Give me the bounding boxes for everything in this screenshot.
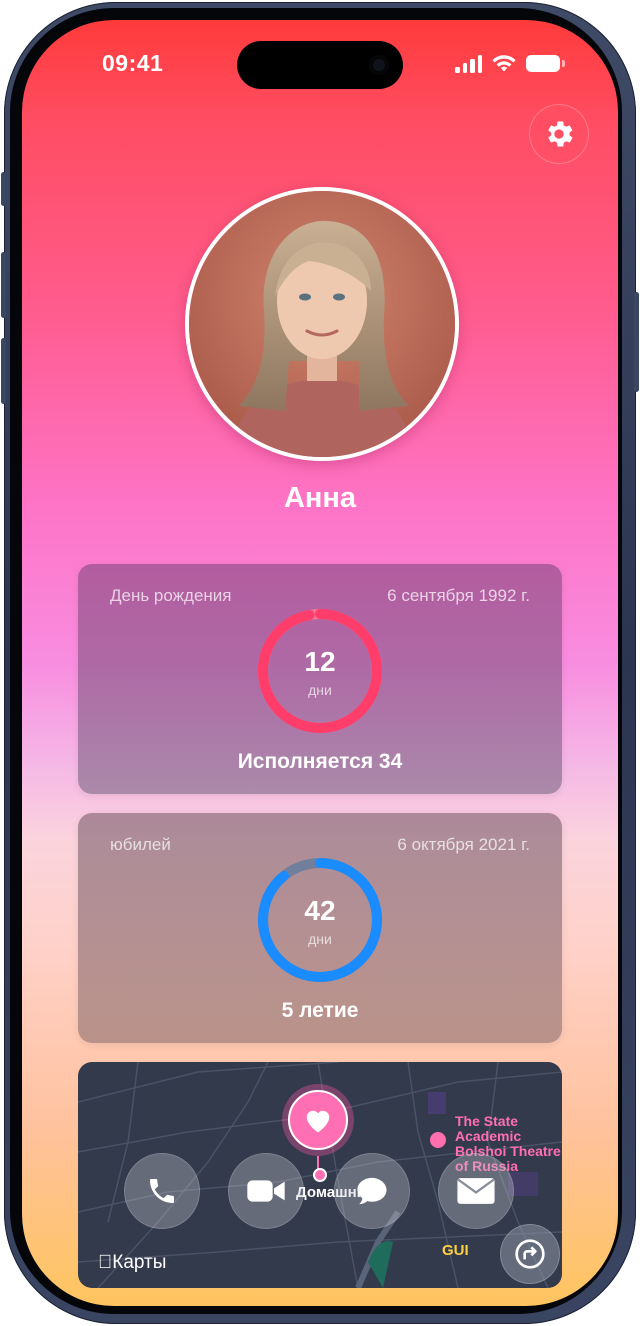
card-label: юбилей bbox=[110, 835, 171, 854]
battery-icon bbox=[526, 55, 565, 72]
card-caption: 5 летие bbox=[281, 999, 359, 1022]
phone-icon bbox=[150, 1179, 174, 1203]
theatre-icon bbox=[430, 1132, 446, 1148]
birthday-card[interactable]: День рождения 6 сентября 1992 г. 12 дни … bbox=[78, 564, 562, 794]
avatar-illustration bbox=[189, 191, 455, 457]
action-button bbox=[1, 172, 6, 206]
card-label: День рождения bbox=[110, 586, 232, 605]
directions-button[interactable] bbox=[500, 1224, 560, 1284]
days-count: 12 bbox=[304, 646, 336, 677]
message-icon bbox=[357, 1177, 387, 1205]
profile-name: Анна bbox=[283, 482, 357, 514]
wifi-icon bbox=[492, 55, 516, 72]
camera-icon bbox=[369, 55, 389, 75]
call-button[interactable] bbox=[124, 1153, 200, 1229]
screen: 09:41 Анна День рождения 6 сентября 1992… bbox=[22, 20, 618, 1306]
days-count: 42 bbox=[304, 895, 336, 926]
pin-dot bbox=[313, 1168, 327, 1182]
share-icon bbox=[515, 1239, 545, 1269]
heart-icon bbox=[306, 1110, 330, 1133]
message-button[interactable] bbox=[334, 1153, 410, 1229]
days-unit: дни bbox=[308, 682, 332, 698]
profile-photo[interactable] bbox=[185, 187, 459, 461]
dynamic-island bbox=[237, 41, 403, 89]
power-button bbox=[634, 292, 639, 392]
mail-button[interactable] bbox=[438, 1153, 514, 1229]
volume-down-button bbox=[1, 338, 6, 404]
days-unit: дни bbox=[308, 931, 332, 947]
maps-attribution: Карты bbox=[98, 1252, 166, 1273]
status-time: 09:41 bbox=[102, 50, 164, 76]
volume-up-button bbox=[1, 252, 6, 318]
mail-icon bbox=[457, 1178, 495, 1204]
map-guide-label: GUI bbox=[442, 1242, 469, 1259]
apple-logo-icon:  bbox=[98, 1252, 112, 1273]
video-icon bbox=[247, 1180, 285, 1202]
gear-icon bbox=[548, 121, 573, 147]
settings-button[interactable] bbox=[529, 104, 589, 164]
anniversary-card[interactable]: юбилей 6 октября 2021 г. 42 дни 5 летие bbox=[78, 813, 562, 1043]
location-pin[interactable] bbox=[282, 1084, 354, 1156]
status-icons bbox=[455, 54, 565, 73]
card-date: 6 сентября 1992 г. bbox=[387, 586, 530, 605]
cellular-signal-icon bbox=[455, 54, 482, 73]
video-call-button[interactable] bbox=[228, 1153, 304, 1229]
card-caption: Исполняется 34 bbox=[237, 750, 403, 773]
card-date: 6 октября 2021 г. bbox=[397, 835, 530, 854]
